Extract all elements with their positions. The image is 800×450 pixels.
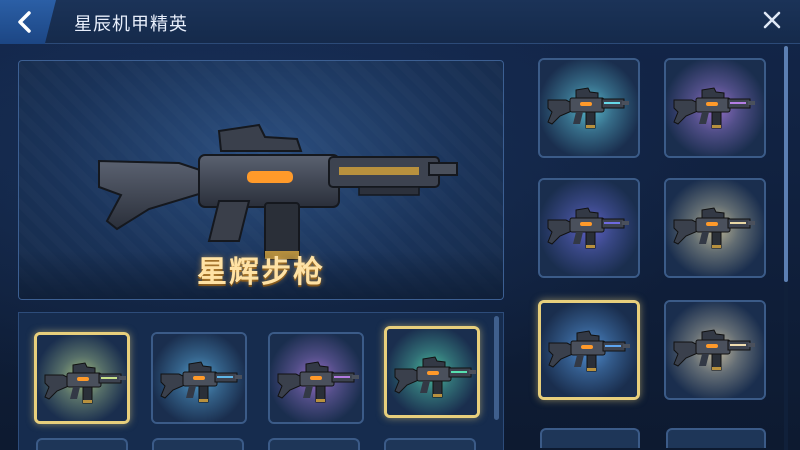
weapon-tile[interactable] bbox=[384, 326, 480, 418]
page-title: 星辰机甲精英 bbox=[74, 14, 188, 35]
close-button[interactable] bbox=[758, 6, 786, 34]
weapon-tile[interactable] bbox=[538, 58, 640, 158]
rifle-icon bbox=[548, 330, 630, 372]
weapon-tile-partial[interactable] bbox=[384, 438, 476, 450]
side-scrollbar[interactable] bbox=[784, 46, 788, 282]
weapon-tile[interactable] bbox=[664, 58, 766, 158]
rifle-icon bbox=[673, 87, 755, 129]
rifle-icon bbox=[673, 207, 755, 249]
weapon-tile[interactable] bbox=[268, 332, 364, 424]
close-icon bbox=[763, 11, 781, 29]
weapon-tile-partial[interactable] bbox=[540, 428, 640, 448]
rifle-icon bbox=[394, 356, 476, 398]
weapon-name: 星辉步枪 bbox=[197, 255, 325, 290]
rifle-icon bbox=[98, 123, 458, 260]
grid-scrollbar[interactable] bbox=[494, 316, 499, 420]
rifle-icon bbox=[160, 361, 242, 403]
rifle-icon bbox=[277, 361, 359, 403]
weapon-tile[interactable] bbox=[664, 300, 766, 400]
rifle-icon bbox=[547, 87, 629, 129]
weapon-tile[interactable] bbox=[538, 178, 640, 278]
back-button[interactable] bbox=[0, 0, 56, 44]
chevron-left-icon bbox=[18, 11, 31, 33]
weapon-tile-partial[interactable] bbox=[268, 438, 360, 450]
weapon-tile[interactable] bbox=[151, 332, 247, 424]
weapon-tile-partial[interactable] bbox=[152, 438, 244, 450]
weapon-tile[interactable] bbox=[538, 300, 640, 400]
weapon-preview-panel: 星辉步枪 bbox=[18, 60, 504, 300]
rifle-icon bbox=[547, 207, 629, 249]
weapon-tile-partial[interactable] bbox=[666, 428, 766, 448]
rifle-icon bbox=[44, 362, 126, 404]
weapon-tile[interactable] bbox=[664, 178, 766, 278]
weapon-tile[interactable] bbox=[34, 332, 130, 424]
weapon-tile-partial[interactable] bbox=[36, 438, 128, 450]
rifle-icon bbox=[673, 329, 755, 371]
top-bar: 星辰机甲精英 bbox=[0, 0, 800, 44]
